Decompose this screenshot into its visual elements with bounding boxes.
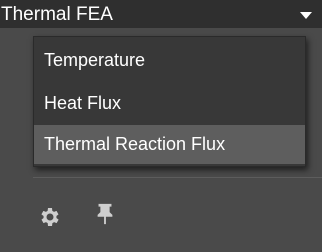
menu-item-thermal-reaction-flux[interactable]: Thermal Reaction Flux <box>34 125 305 164</box>
menu-item-temperature[interactable]: Temperature <box>34 41 305 79</box>
divider <box>33 177 322 178</box>
pin-icon[interactable] <box>93 202 117 226</box>
analysis-type-select[interactable]: Thermal FEA <box>0 0 322 28</box>
caret-down-icon[interactable] <box>300 12 312 19</box>
analysis-type-dropdown-menu: Temperature Heat Flux Thermal Reaction F… <box>33 36 306 167</box>
analysis-type-selected-value: Thermal FEA <box>1 4 113 25</box>
gear-icon[interactable] <box>37 205 61 229</box>
thermal-fea-panel: Thermal FEA Temperature Heat Flux Therma… <box>0 0 322 252</box>
menu-item-heat-flux[interactable]: Heat Flux <box>34 84 305 122</box>
